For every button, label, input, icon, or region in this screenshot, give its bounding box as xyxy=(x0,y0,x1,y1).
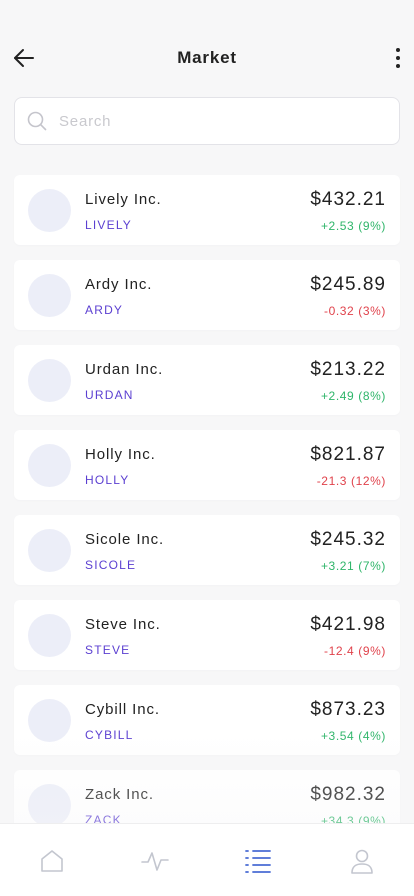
stock-price: $821.87 xyxy=(310,444,386,465)
more-options-button[interactable] xyxy=(386,42,410,74)
tab-profile[interactable] xyxy=(347,846,377,876)
company-avatar xyxy=(28,189,71,232)
price-change: +2.53 (9%) xyxy=(320,219,386,233)
stock-price: $432.21 xyxy=(310,189,386,210)
company-avatar xyxy=(28,699,71,742)
company-name: Ardy Inc. xyxy=(85,276,153,293)
ticker-symbol: URDAN xyxy=(85,388,134,402)
ticker-symbol: ARDY xyxy=(85,303,124,317)
company-name: Holly Inc. xyxy=(85,446,156,463)
company-name: Cybill Inc. xyxy=(85,701,160,718)
stock-card[interactable]: Sicole Inc. SICOLE $245.32 +3.21 (7%) xyxy=(14,515,400,585)
company-avatar xyxy=(28,529,71,572)
activity-icon xyxy=(141,852,169,871)
home-icon xyxy=(41,850,63,872)
stock-price: $245.89 xyxy=(310,274,386,295)
company-name: Zack Inc. xyxy=(85,786,154,803)
stock-list: Lively Inc. LIVELY $432.21 +2.53 (9%) Ardy I… xyxy=(14,175,400,855)
ticker-symbol: LIVELY xyxy=(85,218,133,232)
price-change: -21.3 (12%) xyxy=(316,474,386,488)
stock-price: $421.98 xyxy=(310,614,386,635)
company-avatar xyxy=(28,614,71,657)
company-avatar xyxy=(28,784,71,827)
stock-price: $213.22 xyxy=(310,359,386,380)
tab-home[interactable] xyxy=(37,846,67,876)
search-bar[interactable] xyxy=(14,97,400,145)
stock-card[interactable]: Lively Inc. LIVELY $432.21 +2.53 (9%) xyxy=(14,175,400,245)
stock-card[interactable]: Ardy Inc. ARDY $245.89 -0.32 (3%) xyxy=(14,260,400,330)
ticker-symbol: CYBILL xyxy=(85,728,134,742)
company-name: Steve Inc. xyxy=(85,616,161,633)
company-avatar xyxy=(28,274,71,317)
user-icon xyxy=(351,849,373,874)
price-change: +3.21 (7%) xyxy=(320,559,386,573)
stock-price: $245.32 xyxy=(310,529,386,550)
tab-list[interactable] xyxy=(243,846,273,876)
tab-activity[interactable] xyxy=(140,846,170,876)
search-icon xyxy=(27,111,47,131)
list-icon xyxy=(245,850,271,873)
stock-price: $873.23 xyxy=(310,699,386,720)
stock-card[interactable]: Holly Inc. HOLLY $821.87 -21.3 (12%) xyxy=(14,430,400,500)
price-change: +3.54 (4%) xyxy=(320,729,386,743)
ticker-symbol: STEVE xyxy=(85,643,131,657)
page-title: Market xyxy=(177,48,237,67)
company-name: Lively Inc. xyxy=(85,191,162,208)
stock-card[interactable]: Steve Inc. STEVE $421.98 -12.4 (9%) xyxy=(14,600,400,670)
price-change: -12.4 (9%) xyxy=(323,644,386,658)
ticker-symbol: HOLLY xyxy=(85,473,130,487)
company-name: Urdan Inc. xyxy=(85,361,164,378)
more-vertical-icon xyxy=(396,48,400,68)
stock-price: $982.32 xyxy=(310,784,386,805)
search-input[interactable] xyxy=(59,112,359,130)
price-change: +2.49 (8%) xyxy=(320,389,386,403)
tab-bar xyxy=(0,823,414,896)
company-name: Sicole Inc. xyxy=(85,531,165,548)
company-avatar xyxy=(28,359,71,402)
stock-card[interactable]: Cybill Inc. CYBILL $873.23 +3.54 (4%) xyxy=(14,685,400,755)
price-change: -0.32 (3%) xyxy=(323,304,386,318)
market-screen: Market Lively Inc. LIVELY $432.21 +2.53 (9%… xyxy=(0,0,414,896)
company-avatar xyxy=(28,444,71,487)
stock-card[interactable]: Urdan Inc. URDAN $213.22 +2.49 (8%) xyxy=(14,345,400,415)
ticker-symbol: SICOLE xyxy=(85,558,137,572)
header: Market xyxy=(0,0,414,90)
